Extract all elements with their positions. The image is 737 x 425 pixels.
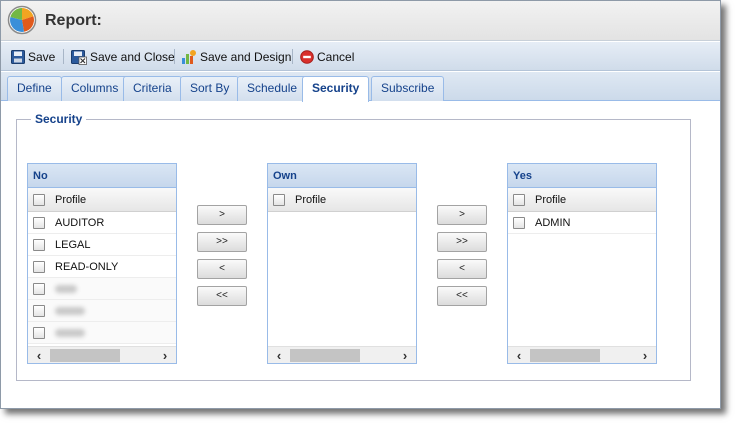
- scroll-thumb[interactable]: [50, 348, 120, 362]
- pie-chart-logo-icon: [7, 5, 37, 35]
- redacted-profile-cell: [55, 284, 77, 293]
- scroll-track[interactable]: [290, 348, 394, 362]
- chevron-right-icon[interactable]: ›: [154, 348, 176, 363]
- title-bar: Report:: [1, 1, 720, 41]
- window-title: Report:: [45, 12, 102, 29]
- grid-title: No: [28, 164, 176, 188]
- scroll-thumb[interactable]: [530, 348, 600, 362]
- row-checkbox[interactable]: [512, 216, 525, 229]
- tab-criteria[interactable]: Criteria: [123, 76, 182, 101]
- toolbar: Save Save and Close Save and Design Canc…: [1, 42, 720, 71]
- chevron-left-icon[interactable]: ‹: [508, 348, 530, 363]
- move-one-right-button[interactable]: >: [437, 205, 487, 225]
- move-all-left-button[interactable]: <<: [197, 286, 247, 306]
- save-button[interactable]: Save: [11, 48, 55, 66]
- profile-cell: LEGAL: [55, 238, 91, 251]
- save-and-close-button[interactable]: Save and Close: [71, 48, 175, 66]
- row-checkbox[interactable]: [32, 326, 45, 339]
- floppy-disk-close-icon: [71, 49, 87, 65]
- cancel-circle-icon: [300, 50, 314, 64]
- grid-header: Profile: [268, 188, 416, 212]
- report-window: Report: Save Save and Close Save and Des…: [0, 0, 721, 409]
- row-checkbox[interactable]: [32, 238, 45, 251]
- table-row[interactable]: ADMIN: [508, 212, 656, 234]
- toolbar-divider: [63, 49, 64, 64]
- cancel-label: Cancel: [317, 50, 355, 64]
- move-one-left-button[interactable]: <: [437, 259, 487, 279]
- grid-title: Yes: [508, 164, 656, 188]
- row-checkbox[interactable]: [32, 216, 45, 229]
- table-row[interactable]: [28, 278, 176, 300]
- design-tool-icon: [182, 50, 196, 64]
- save-and-close-label: Save and Close: [90, 50, 175, 64]
- move-one-left-button[interactable]: <: [197, 259, 247, 279]
- chevron-left-icon[interactable]: ‹: [268, 348, 290, 363]
- select-all-checkbox[interactable]: [512, 193, 525, 206]
- security-panel: Security No Profile AUDITOR LEGAL READ-O…: [1, 102, 720, 408]
- table-row[interactable]: READ-ONLY: [28, 256, 176, 278]
- table-row[interactable]: AUDITOR: [28, 212, 176, 234]
- column-header-profile: Profile: [55, 193, 87, 206]
- select-all-checkbox[interactable]: [32, 193, 45, 206]
- grid-header: Profile: [28, 188, 176, 212]
- profile-cell: READ-ONLY: [55, 260, 119, 273]
- profile-cell: AUDITOR: [55, 216, 105, 229]
- floppy-disk-icon: [11, 50, 25, 64]
- row-checkbox[interactable]: [32, 282, 45, 295]
- move-all-left-button[interactable]: <<: [437, 286, 487, 306]
- grid-header: Profile: [508, 188, 656, 212]
- column-header-profile: Profile: [295, 193, 327, 206]
- redacted-profile-cell: [55, 328, 85, 337]
- row-checkbox[interactable]: [32, 304, 45, 317]
- tab-security[interactable]: Security: [302, 76, 370, 102]
- own-profiles-grid: Own Profile ‹ ›: [267, 163, 417, 364]
- table-row[interactable]: LEGAL: [28, 234, 176, 256]
- chevron-left-icon[interactable]: ‹: [28, 348, 50, 363]
- tab-sort-by[interactable]: Sort By: [180, 76, 240, 101]
- toolbar-divider: [292, 49, 293, 64]
- save-label: Save: [28, 50, 56, 64]
- save-and-design-label: Save and Design: [200, 50, 292, 64]
- tab-bar: Define Columns Criteria Sort By Schedule…: [1, 72, 720, 102]
- redacted-profile-cell: [55, 306, 85, 315]
- cancel-button[interactable]: Cancel: [300, 48, 354, 66]
- profile-cell: ADMIN: [535, 216, 571, 229]
- move-all-right-button[interactable]: >>: [437, 232, 487, 252]
- chevron-right-icon[interactable]: ›: [394, 348, 416, 363]
- security-legend: Security: [31, 112, 87, 126]
- column-header-profile: Profile: [535, 193, 567, 206]
- grid-title: Own: [268, 164, 416, 188]
- yes-profiles-grid: Yes Profile ADMIN ‹ ›: [507, 163, 657, 364]
- horizontal-scrollbar[interactable]: ‹ ›: [268, 346, 416, 363]
- table-row[interactable]: [28, 322, 176, 344]
- row-checkbox[interactable]: [32, 260, 45, 273]
- table-row[interactable]: [28, 300, 176, 322]
- security-fieldset: Security No Profile AUDITOR LEGAL READ-O…: [16, 112, 691, 381]
- tab-subscribe[interactable]: Subscribe: [371, 76, 445, 101]
- toolbar-divider: [174, 49, 175, 64]
- move-one-right-button[interactable]: >: [197, 205, 247, 225]
- scroll-thumb[interactable]: [290, 348, 360, 362]
- horizontal-scrollbar[interactable]: ‹ ›: [28, 346, 176, 363]
- no-profiles-grid: No Profile AUDITOR LEGAL READ-ONLY ‹ ›: [27, 163, 177, 364]
- horizontal-scrollbar[interactable]: ‹ ›: [508, 346, 656, 363]
- tab-columns[interactable]: Columns: [61, 76, 129, 101]
- chevron-right-icon[interactable]: ›: [634, 348, 656, 363]
- tab-schedule[interactable]: Schedule: [237, 76, 308, 101]
- select-all-checkbox[interactable]: [272, 193, 285, 206]
- move-all-right-button[interactable]: >>: [197, 232, 247, 252]
- tab-define[interactable]: Define: [7, 76, 62, 101]
- scroll-track[interactable]: [50, 348, 154, 362]
- save-and-design-button[interactable]: Save and Design: [181, 48, 291, 66]
- scroll-track[interactable]: [530, 348, 634, 362]
